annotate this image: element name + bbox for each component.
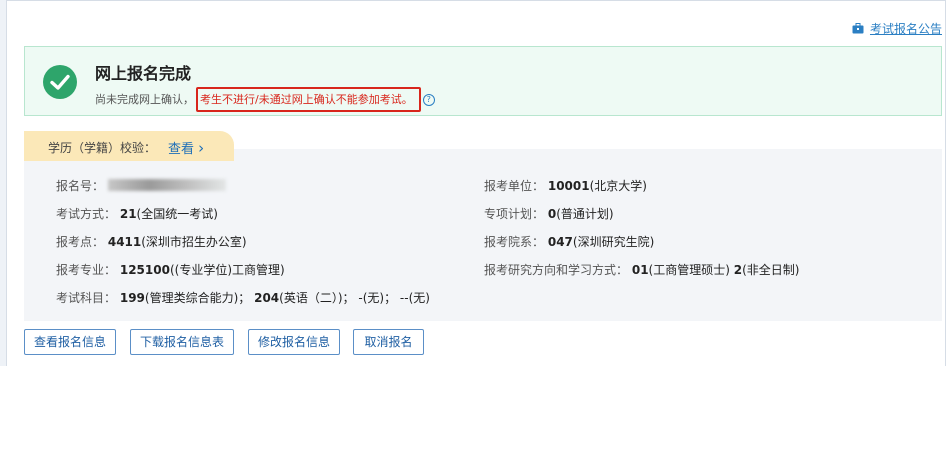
field-value-2: 204 <box>254 291 280 305</box>
field-value-2-desc: (非全日制) <box>742 263 800 277</box>
view-link-label[interactable]: 查看 <box>168 142 194 157</box>
unconfirmed-text: 尚未完成网上确认， <box>95 93 194 106</box>
field-label: 报名号： <box>56 179 105 193</box>
field-label: 报考点： <box>56 235 105 249</box>
success-title: 网上报名完成 <box>95 64 192 83</box>
education-verify-tab: 学历（学籍）校验： 查看 › <box>24 131 234 161</box>
field-registration-number: 报名号： <box>56 177 226 194</box>
cancel-registration-button[interactable]: 取消报名 <box>353 329 424 355</box>
field-label: 报考专业： <box>56 263 117 277</box>
briefcase-icon <box>852 23 864 34</box>
field-value: 125100 <box>119 263 170 277</box>
field-value: 4411 <box>107 235 142 249</box>
field-value-2-desc: (英语（二）)； <box>279 291 355 305</box>
field-label: 考试方式： <box>56 207 117 221</box>
field-institution: 报考单位： 10001(北京大学) <box>484 177 647 194</box>
education-verify-label: 学历（学籍）校验： <box>48 141 157 155</box>
field-value: 10001 <box>547 179 590 193</box>
question-circle-icon[interactable]: ? <box>422 94 435 106</box>
field-value-desc: (工商管理硕士) <box>648 263 730 277</box>
field-special-plan: 专项计划： 0(普通计划) <box>484 205 614 222</box>
field-value-desc: (管理类综合能力)； <box>144 291 251 305</box>
success-panel: 网上报名完成 尚未完成网上确认， 考生不进行/未通过网上确认不能参加考试。? <box>24 46 942 116</box>
warning-box: 考生不进行/未通过网上确认不能参加考试。 <box>196 87 421 112</box>
field-department: 报考院系： 047(深圳研究生院) <box>484 233 654 250</box>
check-circle-icon <box>43 65 77 99</box>
field-value-4: --(无) <box>399 291 430 305</box>
field-value: 047 <box>547 235 573 249</box>
field-value-desc: ((专业学位)工商管理) <box>169 263 285 277</box>
success-subtitle: 尚未完成网上确认， 考生不进行/未通过网上确认不能参加考试。? <box>95 87 435 112</box>
registration-number-blurred <box>107 179 226 191</box>
chevron-right-icon: › <box>198 139 205 157</box>
field-exam-mode: 考试方式： 21(全国统一考试) <box>56 205 218 222</box>
field-label: 考试科目： <box>56 291 117 305</box>
warning-text: 考生不进行/未通过网上确认不能参加考试。 <box>200 93 413 106</box>
exam-notice-link[interactable]: 考试报名公告 <box>852 20 942 37</box>
edit-registration-button[interactable]: 修改报名信息 <box>248 329 340 355</box>
field-major: 报考专业： 125100((专业学位)工商管理) <box>56 261 285 278</box>
field-value-2: 2 <box>733 263 743 277</box>
field-label: 报考院系： <box>484 235 545 249</box>
field-label: 专项计划： <box>484 207 545 221</box>
view-registration-button[interactable]: 查看报名信息 <box>24 329 116 355</box>
exam-notice-label[interactable]: 考试报名公告 <box>870 20 942 37</box>
field-value: 21 <box>119 207 137 221</box>
field-value-desc: (深圳市招生办公室) <box>141 235 247 249</box>
education-view-link[interactable]: 查看 › <box>168 138 204 157</box>
field-value-3: -(无)； <box>358 291 397 305</box>
field-value-desc: (北京大学) <box>589 179 647 193</box>
field-value: 0 <box>547 207 557 221</box>
field-value: 01 <box>631 263 649 277</box>
download-registration-button[interactable]: 下载报名信息表 <box>130 329 234 355</box>
field-value-desc: (深圳研究生院) <box>572 235 655 249</box>
field-value-desc: (全国统一考试) <box>136 207 218 221</box>
field-value: 199 <box>119 291 145 305</box>
field-exam-site: 报考点： 4411(深圳市招生办公室) <box>56 233 247 250</box>
field-label: 报考研究方向和学习方式： <box>484 263 629 277</box>
field-value-desc: (普通计划) <box>556 207 614 221</box>
field-exam-subjects: 考试科目： 199(管理类综合能力)； 204(英语（二）)； -(无)； --… <box>56 289 430 306</box>
field-research-direction: 报考研究方向和学习方式： 01(工商管理硕士) 2(非全日制) <box>484 261 799 278</box>
field-label: 报考单位： <box>484 179 545 193</box>
